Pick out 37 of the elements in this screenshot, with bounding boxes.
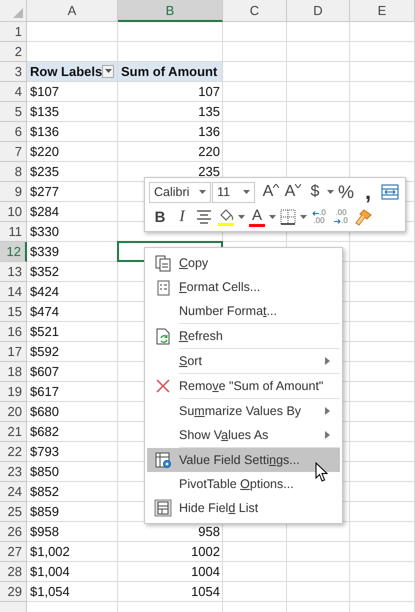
table-cell-text: $330	[29, 223, 60, 241]
table-cell-text: $859	[29, 503, 60, 521]
table-cell-text: $474	[29, 303, 60, 321]
table-cell-text: $592	[29, 343, 60, 361]
table-cell-text: $607	[29, 363, 60, 381]
table-cell-text: $339	[29, 243, 60, 261]
table-cell-text: $136	[29, 123, 60, 141]
table-cell-text: $1,054	[29, 583, 71, 601]
table-cell-text: 136	[197, 123, 221, 141]
table-cell-text: 1004	[190, 563, 221, 581]
table-cell-text: $793	[29, 443, 60, 461]
table-cell-text: $521	[29, 323, 60, 341]
table-cell-text: $220	[29, 143, 60, 161]
table-cell-text: $284	[29, 203, 60, 221]
table-cell-text: 1002	[190, 543, 221, 561]
table-cell-text: $852	[29, 483, 60, 501]
table-cell-text: $680	[29, 403, 60, 421]
table-cell-text: $424	[29, 283, 60, 301]
table-cell-text: $682	[29, 423, 60, 441]
table-cell-text: 107	[197, 83, 221, 101]
table-cell-text: $235	[29, 163, 60, 181]
table-cell-text: 235	[197, 163, 221, 181]
table-cell-text: $277	[29, 183, 60, 201]
header-cell: Sum of Amount	[118, 62, 223, 82]
table-cell-text: 135	[197, 103, 221, 121]
table-cell-text: $1,004	[29, 563, 71, 581]
table-cell-text: 958	[197, 523, 221, 541]
table-cell-text: 1054	[190, 583, 221, 601]
table-cell-text: $352	[29, 263, 60, 281]
table-cell-text: $958	[29, 523, 60, 541]
table-cell-text: $107	[29, 83, 60, 101]
table-cell-text: $850	[29, 463, 60, 481]
table-cell-text: $617	[29, 383, 60, 401]
header-text: Row Labels	[30, 64, 102, 78]
table-cell-text: 220	[197, 143, 221, 161]
table-cell-text: $135	[29, 103, 60, 121]
table-cell-text: $1,002	[29, 543, 71, 561]
